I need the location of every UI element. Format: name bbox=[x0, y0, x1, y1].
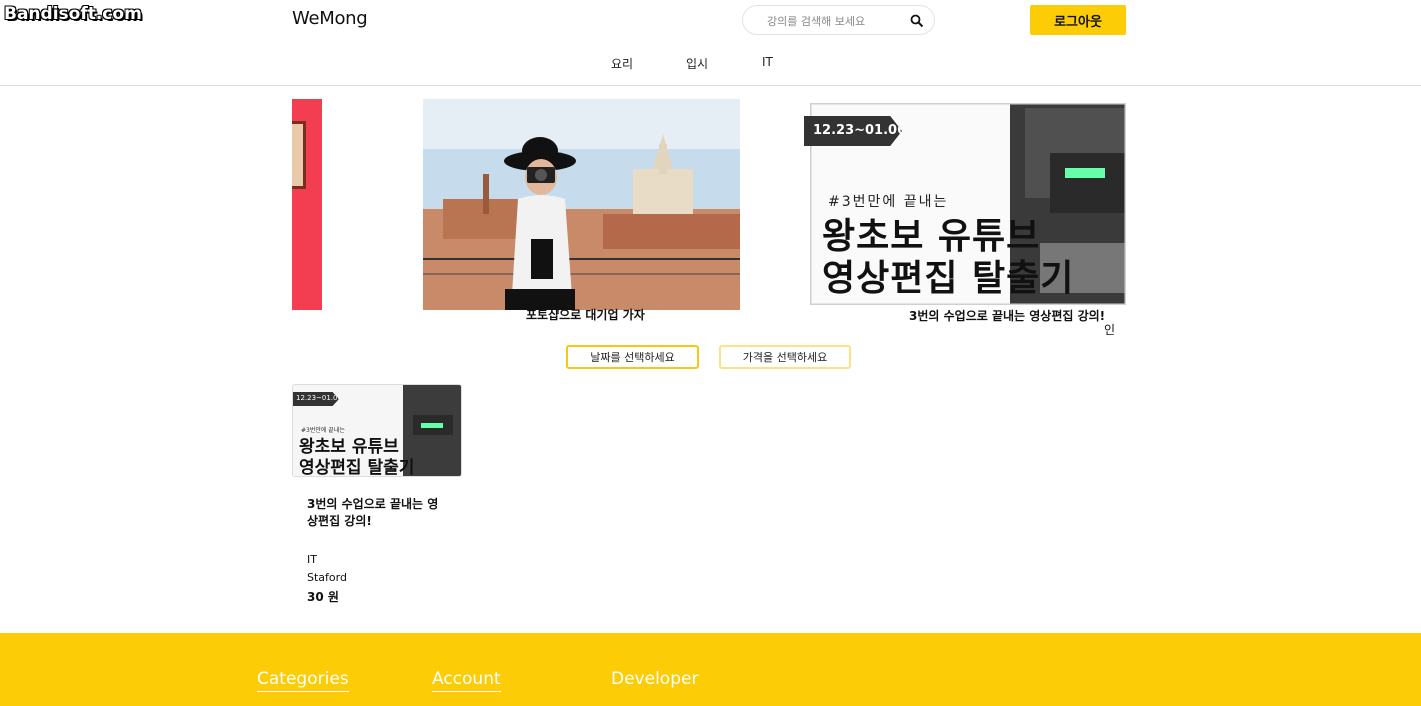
search-input[interactable]: 강의를 검색해 보세요 bbox=[767, 13, 865, 29]
footer-developer-heading: Developer bbox=[611, 669, 699, 689]
frame-decoration bbox=[292, 121, 306, 189]
site-footer: Categories Account Developer bbox=[0, 633, 1421, 706]
banner-slide-youtube[interactable]: 12.23~01.06 #3번만에 끝내는 왕초보 유튜브 영상편집 탈출기 bbox=[804, 101, 1126, 307]
banner-slide-partial[interactable] bbox=[292, 99, 322, 310]
search-icon[interactable] bbox=[910, 14, 924, 28]
banner-carousel[interactable]: 포토샵으로 대기업 가자 12.23~01.06 #3번만에 끝내는 왕초보 유… bbox=[292, 98, 1126, 338]
footer-categories-link[interactable]: Categories bbox=[257, 669, 349, 692]
site-header: WeMong 강의를 검색해 보세요 로그아웃 요리 입시 IT bbox=[0, 0, 1421, 86]
course-price: 30 원 bbox=[307, 590, 339, 604]
price-filter-button[interactable]: 가격을 선택하세요 bbox=[719, 345, 851, 369]
site-logo[interactable]: WeMong bbox=[292, 8, 368, 29]
date-tag-text: 12.23~01.06 bbox=[813, 123, 907, 138]
nav-item-it[interactable]: IT bbox=[762, 55, 773, 69]
nav-item-cooking[interactable]: 요리 bbox=[611, 55, 633, 72]
slide-headline-2: 영상편집 탈출기 bbox=[822, 258, 1075, 299]
slide-caption-youtube[interactable]: 3번의 수업으로 끝내는 영상편집 강의! bbox=[909, 307, 1105, 324]
popular-label[interactable]: 인기 bbox=[1104, 321, 1126, 338]
photographer-image bbox=[423, 99, 740, 310]
banner-slide-photoshop[interactable] bbox=[423, 99, 740, 310]
course-category: IT bbox=[307, 553, 317, 566]
date-filter-button[interactable]: 날짜를 선택하세요 bbox=[566, 345, 699, 369]
search-bar[interactable]: 강의를 검색해 보세요 bbox=[742, 5, 935, 35]
date-tag: 12.23~01.06 bbox=[804, 116, 902, 146]
slide-caption-photoshop[interactable]: 포토샵으로 대기업 가자 bbox=[526, 306, 645, 323]
card-date-tag: 12.23~01.06 bbox=[293, 392, 339, 406]
nav-item-admission[interactable]: 입시 bbox=[686, 55, 708, 72]
footer-account-link[interactable]: Account bbox=[432, 669, 501, 692]
card-headline-2: 영상편집 탈출기 bbox=[299, 458, 415, 477]
category-nav: 요리 입시 IT bbox=[0, 55, 1421, 75]
course-author: Staford bbox=[307, 571, 347, 584]
logout-button[interactable]: 로그아웃 bbox=[1030, 5, 1126, 35]
course-card[interactable]: 12.23~01.06 #3번만에 끝내는 왕초보 유튜브 영상편집 탈출기 3… bbox=[292, 384, 462, 604]
recorder-watermark: Bandisoft.com bbox=[4, 4, 142, 24]
course-title[interactable]: 3번의 수업으로 끝내는 영상편집 강의! bbox=[307, 496, 447, 530]
card-date-tag-text: 12.23~01.06 bbox=[296, 394, 342, 402]
course-thumbnail[interactable]: 12.23~01.06 #3번만에 끝내는 왕초보 유튜브 영상편집 탈출기 bbox=[292, 384, 462, 477]
